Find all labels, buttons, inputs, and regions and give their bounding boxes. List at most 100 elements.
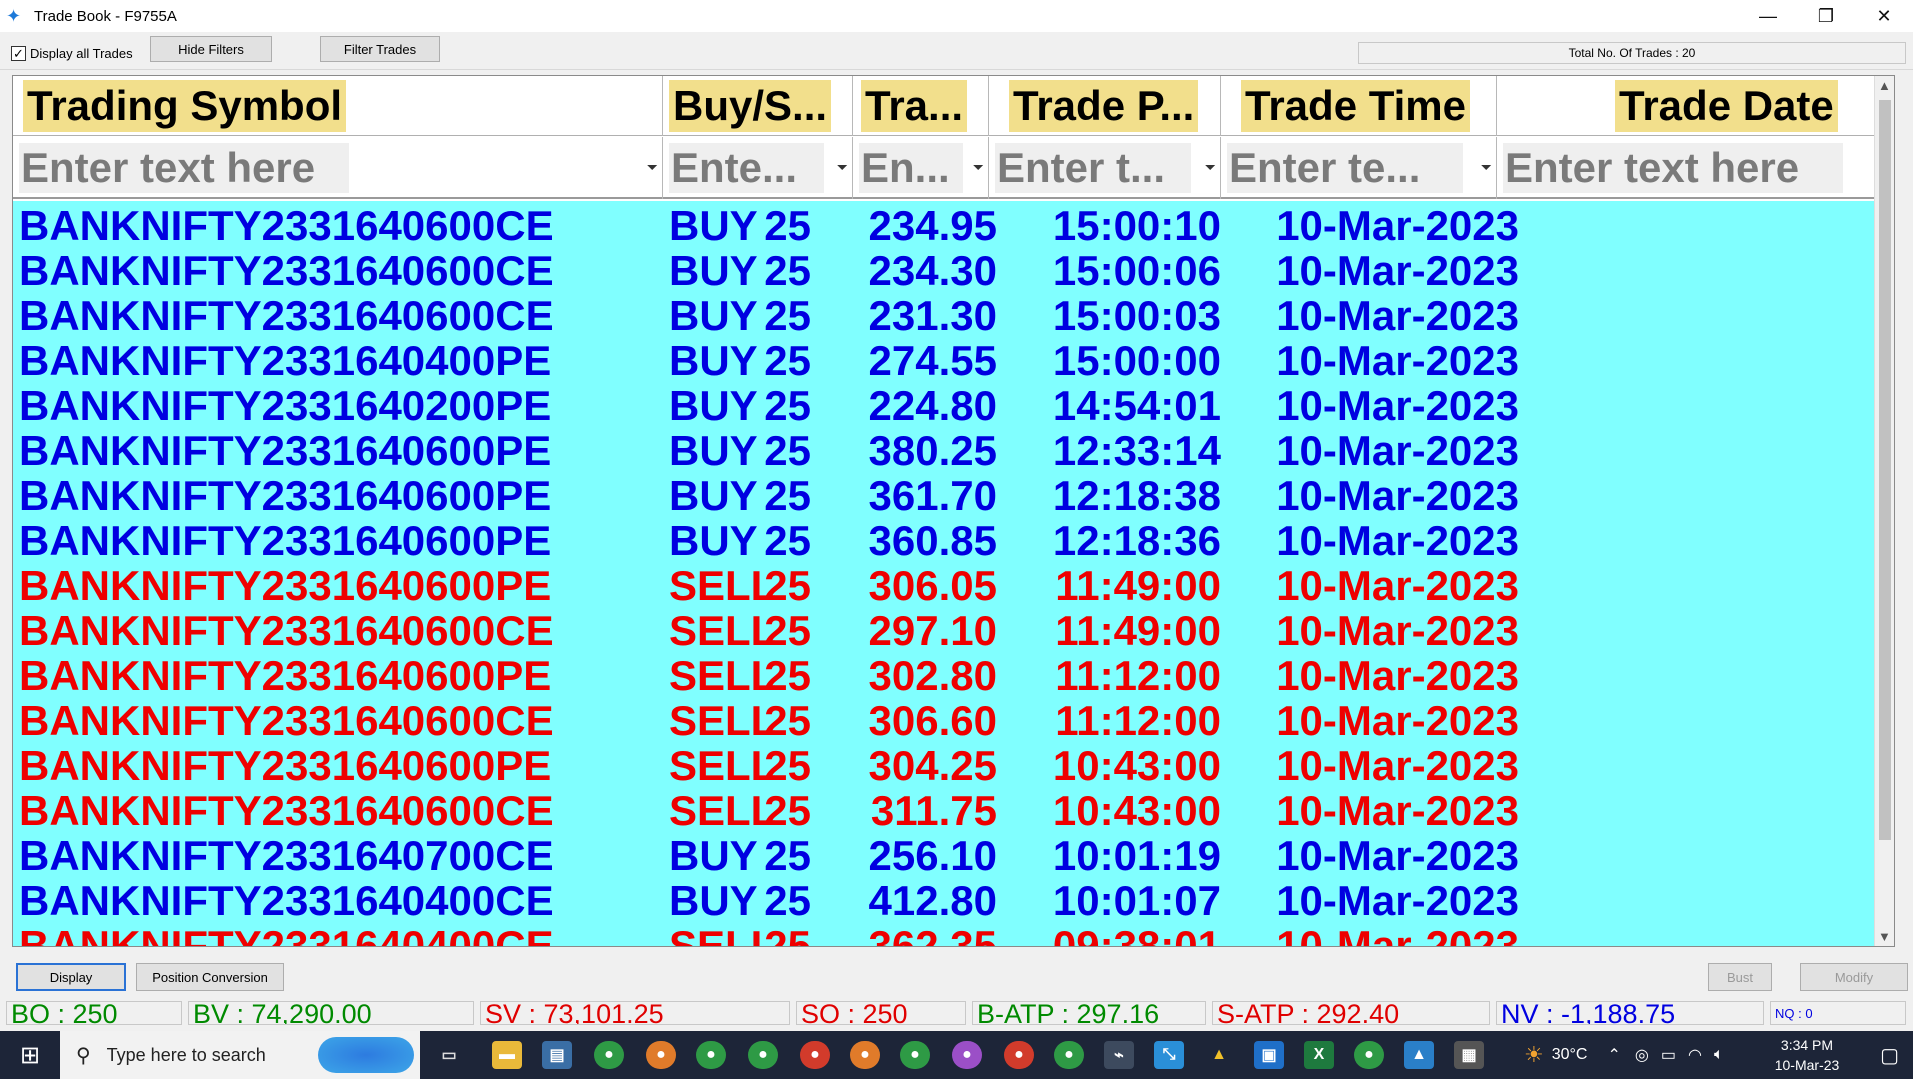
cell-buy-sell: SELL [669,787,777,834]
column-header-trade-date[interactable]: Trade Date [1497,76,1893,136]
taskbar-search-box[interactable]: ⚲ Type here to search [60,1031,420,1079]
filter-trades-button[interactable]: Filter Trades [320,36,440,62]
filter-funnel-icon[interactable]: ⏷ [1205,159,1216,176]
bust-button[interactable]: Bust [1708,963,1772,991]
table-row[interactable]: BANKNIFTY2331640400CE SELL 25 362.35 09:38:0… [13,923,1893,946]
filter-input-buy-sell[interactable]: Ente... [669,143,824,193]
cell-trade-date: 10-Mar-2023 [1276,742,1519,789]
snip-tool-icon[interactable]: ⤡ [1154,1041,1184,1069]
photos-icon[interactable]: ▲ [1404,1041,1434,1069]
calculator-icon[interactable]: ▦ [1454,1041,1484,1069]
column-header-trade-qty[interactable]: Tra... [853,76,989,136]
windows-start-icon[interactable]: ⊞ [0,1031,60,1079]
system-tray: ☀ 30°C ⌃ ◎ ▭ ◠ 🔈︎ [1524,1031,1724,1079]
filter-funnel-icon[interactable]: ⏷ [837,159,848,176]
filter-input-trade-price[interactable]: Enter t... [995,143,1191,193]
table-row[interactable]: BANKNIFTY2331640200PE BUY 25 224.80 14:54:01… [13,383,1893,428]
cell-trade-price: 360.85 [868,517,997,564]
cell-buy-sell: BUY [669,292,758,339]
cell-trade-date: 10-Mar-2023 [1276,877,1519,924]
scrollbar-thumb[interactable] [1879,100,1891,840]
column-header-trade-price[interactable]: Trade P... [989,76,1221,136]
table-row[interactable]: BANKNIFTY2331640400PE BUY 25 274.55 15:00:00… [13,338,1893,383]
column-header-buy-sell[interactable]: Buy/S... [663,76,853,136]
chrome-icon-10[interactable]: ● [1054,1041,1084,1069]
app-triangle-icon[interactable]: ▲ [1204,1041,1234,1069]
chrome-icon-5[interactable]: ● [800,1041,830,1069]
table-row[interactable]: BANKNIFTY2331640600CE SELL 25 306.60 11:12:0… [13,698,1893,743]
cell-trade-time: 10:01:07 [1052,877,1221,924]
cell-trade-qty: 25 [764,382,811,429]
task-view-icon[interactable]: ▭ [434,1041,464,1069]
table-row[interactable]: BANKNIFTY2331640600CE BUY 25 234.30 15:00:06… [13,248,1893,293]
table-row[interactable]: BANKNIFTY2331640600PE SELL 25 304.25 10:43:0… [13,743,1893,788]
windows-taskbar: ⊞ ⚲ Type here to search ▭ ▬ ▤ ● ● ● ● ● … [0,1031,1913,1079]
excel-icon[interactable]: X [1304,1041,1334,1069]
column-header-trade-time[interactable]: Trade Time [1221,76,1497,136]
app-window-icon[interactable]: ▣ [1254,1041,1284,1069]
table-row[interactable]: BANKNIFTY2331640600PE SELL 25 302.80 11:12:0… [13,653,1893,698]
chrome-icon-2[interactable]: ● [646,1041,676,1069]
wifi-icon[interactable]: ◠ [1688,1045,1702,1065]
column-header-trading-symbol[interactable]: Trading Symbol [13,76,663,136]
table-row[interactable]: BANKNIFTY2331640600CE BUY 25 231.30 15:00:03… [13,293,1893,338]
cell-trade-price: 274.55 [868,337,997,384]
scroll-up-icon[interactable]: ▲ [1878,78,1891,93]
battery-icon[interactable]: ▭ [1661,1045,1676,1065]
close-button[interactable]: ✕ [1855,0,1913,32]
scroll-down-icon[interactable]: ▼ [1878,929,1891,944]
chrome-icon-3[interactable]: ● [696,1041,726,1069]
temperature-text[interactable]: 30°C [1552,1046,1588,1064]
trading-app-icon[interactable]: ⌁ [1104,1041,1134,1069]
cell-trade-time: 10:43:00 [1052,787,1221,834]
checkbox-check-icon[interactable]: ✓ [11,46,26,61]
app-icon-1[interactable]: ▤ [542,1041,572,1069]
cell-buy-sell: SELL [669,697,777,744]
chrome-icon-8[interactable]: ● [952,1041,982,1069]
tray-chevron-icon[interactable]: ⌃ [1607,1045,1620,1065]
table-row[interactable]: BANKNIFTY2331640600CE BUY 25 234.95 15:00:10… [13,203,1893,248]
chrome-icon-11[interactable]: ● [1354,1041,1384,1069]
table-row[interactable]: BANKNIFTY2331640600CE SELL 25 311.75 10:43:0… [13,788,1893,833]
table-row[interactable]: BANKNIFTY2331640600PE BUY 25 361.70 12:18:38… [13,473,1893,518]
display-button[interactable]: Display [16,963,126,991]
filter-input-trading-symbol[interactable]: Enter text here [19,143,349,193]
chrome-icon-6[interactable]: ● [850,1041,880,1069]
table-row[interactable]: BANKNIFTY2331640400CE BUY 25 412.80 10:01:07… [13,878,1893,923]
table-row[interactable]: BANKNIFTY2331640700CE BUY 25 256.10 10:01:19… [13,833,1893,878]
chrome-icon-4[interactable]: ● [748,1041,778,1069]
filter-input-trade-date[interactable]: Enter text here [1503,143,1843,193]
notification-icon[interactable]: ▢ [1880,1043,1899,1068]
table-row[interactable]: BANKNIFTY2331640600CE SELL 25 297.10 11:49:0… [13,608,1893,653]
status-sv: SV : 73,101.25 [480,1001,790,1025]
minimize-button[interactable]: — [1739,0,1797,32]
chrome-icon-7[interactable]: ● [900,1041,930,1069]
chrome-icon-9[interactable]: ● [1004,1041,1034,1069]
display-all-trades-checkbox[interactable]: ✓ Display all Trades [11,46,133,61]
table-row[interactable]: BANKNIFTY2331640600PE BUY 25 380.25 12:33:14… [13,428,1893,473]
restore-button[interactable]: ❐ [1797,0,1855,32]
modify-button[interactable]: Modify [1800,963,1908,991]
vertical-scrollbar[interactable]: ▲ ▼ [1874,76,1894,946]
cell-trade-price: 224.80 [868,382,997,429]
filter-input-trade-qty[interactable]: En... [859,143,963,193]
hide-filters-button[interactable]: Hide Filters [150,36,272,62]
cell-trade-qty: 25 [764,832,811,879]
network-icon[interactable]: ◎ [1635,1045,1649,1065]
search-highlight-icon [318,1037,414,1073]
chrome-icon-1[interactable]: ● [594,1041,624,1069]
table-row[interactable]: BANKNIFTY2331640600PE BUY 25 360.85 12:18:36… [13,518,1893,563]
cell-buy-sell: BUY [669,247,758,294]
volume-icon[interactable]: 🔈︎ [1714,1046,1724,1064]
filter-funnel-icon[interactable]: ⏷ [973,159,984,176]
taskbar-clock[interactable]: 3:34 PM 10-Mar-23 [1757,1035,1857,1075]
position-conversion-button[interactable]: Position Conversion [136,963,284,991]
file-explorer-icon[interactable]: ▬ [492,1041,522,1069]
filter-funnel-icon[interactable]: ⏷ [1481,159,1492,176]
table-row[interactable]: BANKNIFTY2331640600PE SELL 25 306.05 11:49:0… [13,563,1893,608]
cell-buy-sell: SELL [669,562,777,609]
weather-icon[interactable]: ☀ [1524,1042,1544,1068]
filter-input-trade-time[interactable]: Enter te... [1227,143,1463,193]
filter-funnel-icon[interactable]: ⏷ [647,159,658,176]
cell-trade-date: 10-Mar-2023 [1276,292,1519,339]
